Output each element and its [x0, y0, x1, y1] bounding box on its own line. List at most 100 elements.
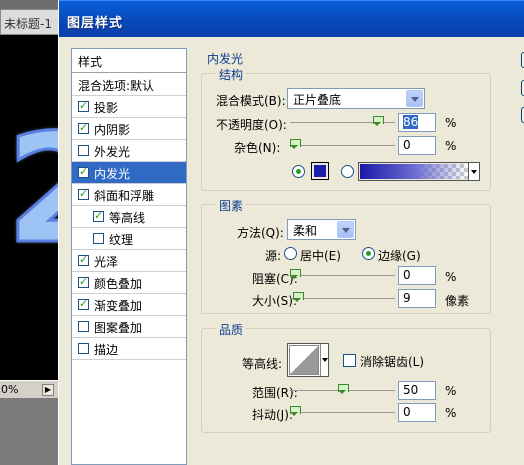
noise-unit: %: [445, 139, 457, 153]
source-center-label[interactable]: 居中(E): [300, 247, 341, 264]
style-item-label: 内发光: [94, 167, 131, 181]
jitter-label: 抖动(J):: [252, 408, 293, 422]
source-center-radio[interactable]: [284, 247, 297, 260]
style-item-label: 图案叠加: [94, 321, 143, 335]
document-tab[interactable]: 未标题-1: [0, 9, 60, 35]
contour-preview: [289, 345, 319, 375]
style-list-item[interactable]: 投影: [72, 96, 186, 118]
slider-thumb[interactable]: [293, 292, 304, 303]
glow-color-swatch[interactable]: [311, 162, 329, 180]
style-list-item[interactable]: 外发光: [72, 140, 186, 162]
choke-value: 0: [403, 268, 411, 282]
blend-mode-label: 混合模式(B):: [216, 94, 286, 108]
chevron-down-icon[interactable]: [406, 90, 423, 107]
range-unit: %: [445, 384, 457, 398]
method-select[interactable]: 柔和: [287, 219, 356, 240]
jitter-field[interactable]: 0: [398, 403, 436, 422]
style-checkbox[interactable]: [78, 121, 89, 134]
style-checkbox[interactable]: [93, 209, 104, 222]
glow-color-fill: [314, 165, 326, 177]
gradient-preview: [360, 164, 468, 179]
glow-gradient-picker[interactable]: [358, 162, 480, 181]
status-bar: 0% ▶: [0, 380, 62, 398]
range-value: 50: [403, 383, 419, 397]
gradient-radio[interactable]: [341, 165, 354, 178]
style-list-item[interactable]: 纹理: [72, 228, 186, 250]
slider-thumb[interactable]: [338, 384, 349, 395]
style-list-item[interactable]: 内阴影: [72, 118, 186, 140]
style-checkbox[interactable]: [78, 275, 89, 288]
slider-thumb[interactable]: [290, 139, 301, 150]
dialog-titlebar[interactable]: 图层样式: [59, 0, 524, 37]
workspace-background: [0, 398, 62, 465]
noise-label: 杂色(N):: [234, 141, 281, 155]
gradient-dropdown-icon[interactable]: [468, 163, 479, 180]
slider-thumb[interactable]: [373, 116, 384, 127]
style-item-label: 斜面和浮雕: [94, 189, 155, 203]
style-list-item[interactable]: 描边: [72, 338, 186, 360]
noise-field[interactable]: 0: [398, 136, 436, 155]
style-item-label: 外发光: [94, 145, 131, 159]
status-menu-arrow-icon[interactable]: ▶: [42, 384, 54, 396]
choke-field[interactable]: 0: [398, 266, 436, 285]
style-list-item[interactable]: 等高线: [72, 206, 186, 228]
styles-list-header[interactable]: 样式: [72, 49, 186, 73]
style-list-item[interactable]: 颜色叠加: [72, 272, 186, 294]
style-checkbox[interactable]: [78, 321, 89, 332]
opacity-field[interactable]: 86: [398, 113, 436, 132]
size-slider[interactable]: [290, 292, 395, 304]
opacity-value: 86: [403, 115, 419, 129]
opacity-slider[interactable]: [290, 116, 395, 128]
zoom-level[interactable]: 0%: [1, 383, 18, 396]
document-tab-title: 未标题-1: [4, 17, 52, 31]
jitter-slider[interactable]: [290, 406, 395, 418]
panel-title: 内发光: [207, 52, 244, 66]
solid-color-radio[interactable]: [292, 165, 305, 178]
style-checkbox[interactable]: [78, 343, 89, 354]
size-field[interactable]: 9: [398, 289, 436, 308]
method-label: 方法(Q):: [237, 226, 284, 240]
style-item-label: 颜色叠加: [94, 277, 143, 291]
size-unit: 像素: [445, 294, 470, 308]
style-checkbox[interactable]: [78, 253, 89, 266]
style-checkbox[interactable]: [78, 297, 89, 310]
antialias-checkbox[interactable]: [343, 354, 356, 367]
structure-title: 结构: [216, 66, 247, 83]
contour-dropdown-icon[interactable]: [320, 344, 328, 376]
blend-mode-value: 正片叠底: [293, 93, 342, 107]
style-list-item[interactable]: 图案叠加: [72, 316, 186, 338]
style-checkbox[interactable]: [93, 233, 104, 244]
style-list-item[interactable]: 内发光: [72, 162, 186, 184]
styles-list: 样式 混合选项:默认投影内阴影外发光内发光斜面和浮雕等高线纹理光泽颜色叠加渐变叠…: [71, 48, 187, 465]
style-checkbox[interactable]: [78, 165, 89, 178]
style-checkbox[interactable]: [78, 99, 89, 112]
slider-track: [290, 275, 395, 276]
opacity-unit: %: [445, 116, 457, 130]
document-canvas[interactable]: 2: [0, 35, 62, 380]
method-value: 柔和: [293, 224, 318, 238]
style-list-item[interactable]: 斜面和浮雕: [72, 184, 186, 206]
elements-title: 图素: [216, 197, 247, 214]
antialias-label[interactable]: 消除锯齿(L): [360, 353, 424, 370]
style-item-label: 等高线: [109, 211, 146, 225]
slider-thumb[interactable]: [290, 406, 301, 417]
blend-mode-select[interactable]: 正片叠底: [287, 88, 425, 109]
source-edge-radio[interactable]: [362, 247, 375, 260]
range-field[interactable]: 50: [398, 381, 436, 400]
chevron-down-icon[interactable]: [337, 221, 354, 238]
range-slider[interactable]: [290, 384, 395, 396]
contour-picker[interactable]: [287, 343, 329, 377]
choke-slider[interactable]: [290, 269, 395, 281]
style-list-item[interactable]: 光泽: [72, 250, 186, 272]
style-item-label: 描边: [94, 343, 119, 357]
style-list-item[interactable]: 渐变叠加: [72, 294, 186, 316]
source-edge-label[interactable]: 边缘(G): [378, 247, 421, 264]
contour-label: 等高线:: [242, 357, 283, 371]
style-checkbox[interactable]: [78, 145, 89, 156]
opacity-label: 不透明度(O):: [216, 118, 287, 132]
style-checkbox[interactable]: [78, 187, 89, 200]
style-list-item[interactable]: 混合选项:默认: [72, 74, 186, 96]
noise-slider[interactable]: [290, 139, 395, 151]
slider-thumb[interactable]: [290, 269, 301, 280]
style-item-label: 光泽: [94, 255, 119, 269]
